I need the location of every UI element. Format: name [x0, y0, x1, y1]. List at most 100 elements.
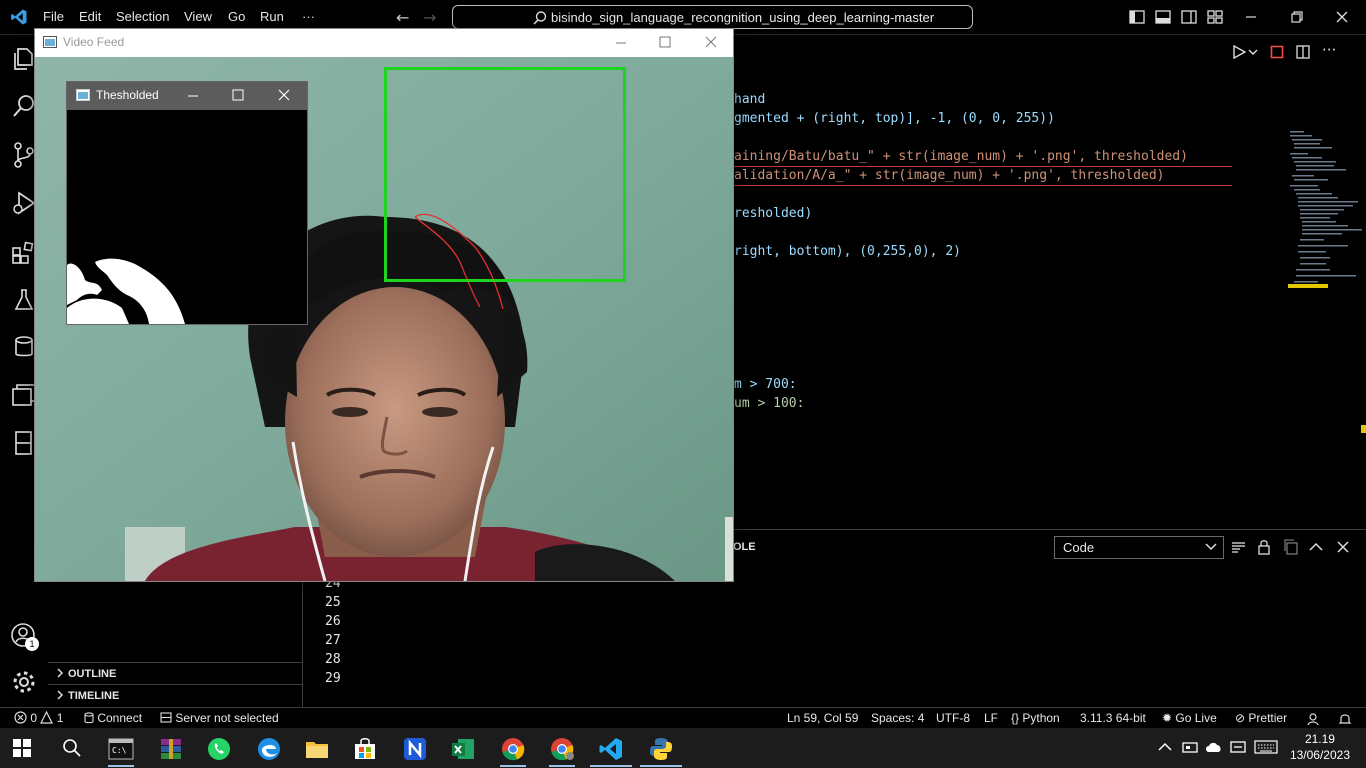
menu-file[interactable]: File: [43, 9, 64, 24]
menu-edit[interactable]: Edit: [79, 9, 101, 24]
output-channel-select[interactable]: Code: [1054, 536, 1224, 559]
go-live-button[interactable]: ✹ Go Live: [1162, 711, 1217, 725]
error-count: 0: [30, 711, 38, 725]
tray-chevron-up-icon[interactable]: [1158, 742, 1172, 752]
back-arrow-icon[interactable]: ←: [396, 8, 409, 27]
network-icon[interactable]: [1182, 740, 1200, 754]
outline-section-header[interactable]: OUTLINE: [48, 662, 303, 684]
edge-icon[interactable]: [256, 736, 282, 762]
stop-icon[interactable]: [1270, 45, 1284, 59]
code-line: right, bottom), (0,255,0), 2): [734, 244, 961, 259]
menu-selection[interactable]: Selection: [116, 9, 169, 24]
video-feed-titlebar[interactable]: Video Feed: [35, 29, 733, 57]
clear-output-icon[interactable]: [1231, 539, 1247, 555]
chrome-icon[interactable]: [500, 736, 526, 762]
windows-start-icon[interactable]: [12, 738, 32, 758]
thresholded-window[interactable]: Thesholded: [66, 81, 308, 325]
toggle-primary-sidebar-icon[interactable]: [1128, 8, 1146, 26]
maximize-panel-chevron-icon[interactable]: [1308, 539, 1324, 555]
windows-search-icon[interactable]: [62, 738, 82, 758]
settings-gear-icon[interactable]: [10, 668, 38, 696]
toggle-panel-icon[interactable]: [1154, 8, 1172, 26]
maximize-icon[interactable]: [659, 36, 671, 48]
broadcast-icon: ✹: [1162, 711, 1173, 725]
close-panel-icon[interactable]: [1335, 539, 1351, 555]
close-icon[interactable]: [705, 36, 717, 48]
chrome-profile-icon[interactable]: [549, 736, 575, 762]
timeline-label: TIMELINE: [68, 690, 120, 702]
menu-run[interactable]: Run: [260, 9, 284, 24]
maximize-icon[interactable]: [232, 89, 244, 101]
language-mode[interactable]: {} Python: [1011, 711, 1060, 725]
timeline-section-header[interactable]: TIMELINE: [48, 684, 303, 706]
line-number: 27: [325, 633, 341, 648]
forward-arrow-icon[interactable]: →: [423, 8, 436, 27]
thresholded-titlebar[interactable]: Thesholded: [67, 82, 307, 110]
open-output-editor-icon[interactable]: [1283, 539, 1299, 555]
lock-scroll-icon[interactable]: [1256, 539, 1272, 555]
indentation[interactable]: Spaces: 4: [871, 711, 924, 725]
clock-time: 21.19: [1304, 732, 1335, 746]
more-actions-icon[interactable]: ···: [1322, 41, 1336, 59]
code-line: aining/Batu/batu_" + str(image_num) + '.…: [734, 149, 1188, 164]
prettier-check-icon: ⊘: [1235, 711, 1246, 725]
feedback-icon[interactable]: [1307, 712, 1321, 726]
volume-icon[interactable]: [1230, 740, 1248, 754]
run-dropdown-chevron-icon[interactable]: [1248, 48, 1258, 56]
notion-style-n-icon[interactable]: [402, 736, 428, 762]
minimize-icon[interactable]: [1242, 8, 1260, 26]
system-clock[interactable]: 21.19 13/06/2023: [1290, 731, 1350, 763]
threshold-mask: [67, 110, 307, 324]
customize-layout-icon[interactable]: [1206, 8, 1224, 26]
server-status[interactable]: Server not selected: [160, 711, 279, 725]
search-icon: [533, 11, 547, 25]
menu-more[interactable]: ···: [302, 9, 315, 24]
minimap[interactable]: [1288, 129, 1366, 299]
svg-text:C:\: C:\: [112, 746, 127, 755]
connect-status[interactable]: Connect: [84, 711, 142, 725]
python-interpreter[interactable]: 3.11.3 64-bit: [1080, 711, 1146, 725]
active-indicator: [590, 765, 632, 767]
minimize-icon[interactable]: [615, 37, 627, 49]
go-live-label: Go Live: [1175, 711, 1217, 725]
encoding[interactable]: UTF-8: [936, 711, 970, 725]
accounts-badge: 1: [25, 637, 39, 651]
run-python-file-icon[interactable]: [1232, 45, 1246, 59]
cursor-position[interactable]: Ln 59, Col 59: [787, 711, 858, 725]
line-number: 28: [325, 652, 341, 667]
menu-go[interactable]: Go: [228, 9, 245, 24]
restore-icon[interactable]: [1288, 8, 1306, 26]
microsoft-store-icon[interactable]: [352, 736, 378, 762]
status-bar: 0 1 Connect Server not selected Ln 59, C…: [0, 707, 1366, 728]
active-indicator: [108, 765, 134, 767]
winrar-icon[interactable]: [158, 736, 184, 762]
end-of-line[interactable]: LF: [984, 711, 998, 725]
active-indicator: [500, 765, 526, 767]
python-icon[interactable]: [648, 736, 674, 762]
close-icon[interactable]: [278, 89, 290, 101]
line-number: 26: [325, 614, 341, 629]
error-underline: [734, 185, 1232, 186]
notifications-bell-icon[interactable]: [1338, 712, 1352, 726]
file-explorer-icon[interactable]: [304, 736, 330, 762]
menu-view[interactable]: View: [184, 9, 212, 24]
close-window-icon[interactable]: [1333, 8, 1351, 26]
command-center-search[interactable]: bisindo_sign_language_recongnition_using…: [452, 5, 973, 29]
onedrive-cloud-icon[interactable]: [1205, 740, 1223, 754]
warning-count: 1: [56, 711, 64, 725]
problems-status[interactable]: 0 1: [14, 710, 64, 725]
keyboard-icon[interactable]: [1254, 740, 1278, 754]
minimize-icon[interactable]: [187, 90, 199, 102]
code-line: alidation/A/a_" + str(image_num) + '.png…: [734, 168, 1165, 183]
vscode-taskbar-icon[interactable]: [598, 736, 624, 762]
database-icon: [84, 712, 94, 724]
prettier-status[interactable]: ⊘ Prettier: [1235, 711, 1287, 725]
whatsapp-icon[interactable]: [206, 736, 232, 762]
prettier-label: Prettier: [1248, 711, 1288, 725]
split-editor-icon[interactable]: [1296, 45, 1310, 59]
command-prompt-icon[interactable]: C:\: [108, 736, 134, 762]
excel-icon[interactable]: [450, 736, 476, 762]
editor-toolbar: ···: [1226, 35, 1366, 70]
toggle-secondary-sidebar-icon[interactable]: [1180, 8, 1198, 26]
panel-tab-console[interactable]: OLE: [733, 541, 756, 553]
